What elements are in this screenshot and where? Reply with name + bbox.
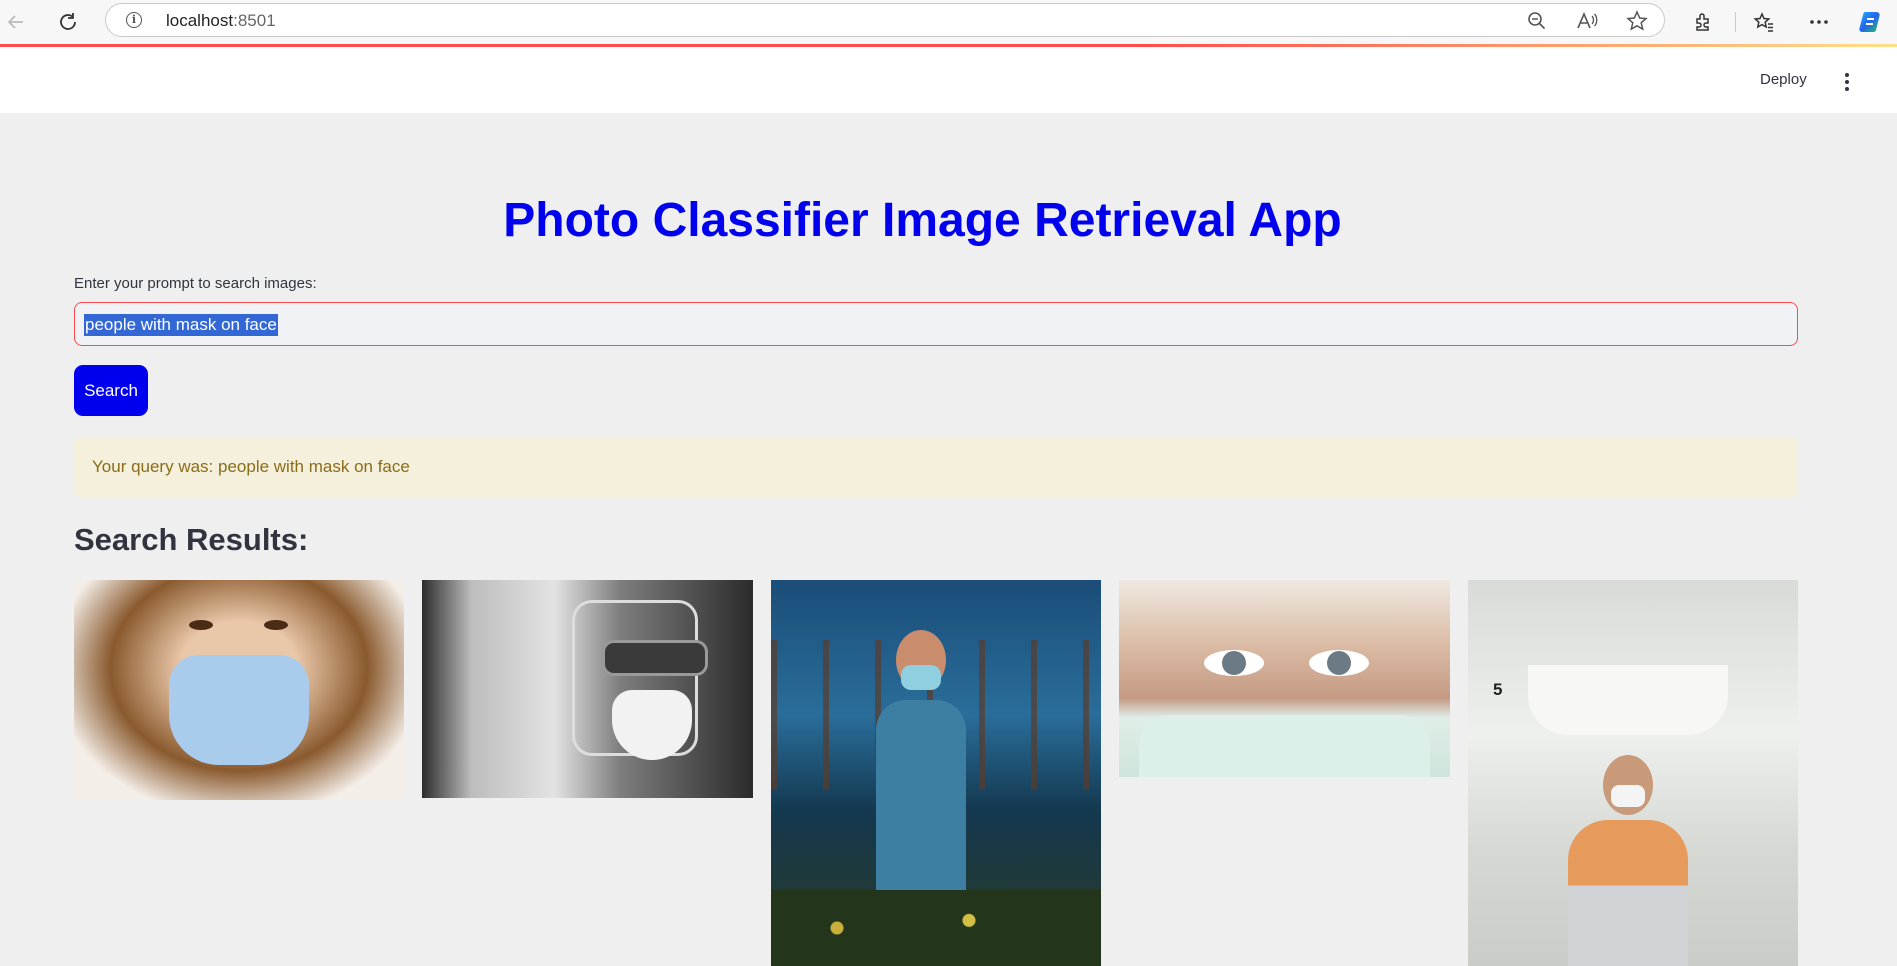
query-alert: Your query was: people with mask on face	[74, 437, 1798, 497]
deploy-button[interactable]: Deploy	[1760, 71, 1807, 88]
toolbar-divider	[1735, 12, 1736, 32]
search-button[interactable]: Search	[74, 365, 148, 416]
eye-shape	[264, 620, 288, 630]
favorites-icon[interactable]	[1748, 6, 1780, 38]
curtain-shape	[1528, 665, 1728, 735]
page-title: Photo Classifier Image Retrieval App	[503, 194, 1342, 247]
info-icon[interactable]: i	[126, 12, 142, 28]
address-port: :8501	[233, 11, 276, 30]
result-image-5: 5	[1468, 580, 1798, 966]
favorite-star-icon[interactable]	[1624, 8, 1650, 34]
kebab-menu-icon[interactable]	[1840, 73, 1854, 91]
app-header: Deploy	[0, 47, 1897, 113]
refresh-icon[interactable]	[52, 6, 84, 38]
results-heading: Search Results:	[74, 522, 309, 557]
copilot-icon[interactable]	[1855, 6, 1887, 38]
face-mask-shape	[901, 665, 941, 690]
goggles-shape	[602, 640, 708, 676]
extensions-icon[interactable]	[1687, 6, 1719, 38]
browser-toolbar: i localhost:8501	[0, 0, 1897, 45]
read-aloud-icon[interactable]	[1574, 8, 1600, 34]
eye-shape	[189, 620, 213, 630]
face-mask-shape	[1611, 785, 1645, 807]
eye-shape	[1309, 650, 1369, 676]
gown-shape	[1568, 820, 1688, 966]
back-icon[interactable]	[0, 6, 32, 38]
result-image-4	[1119, 580, 1450, 777]
face-mask-shape	[1139, 715, 1430, 777]
zoom-out-icon[interactable]	[1524, 8, 1550, 34]
query-alert-text: Your query was: people with mask on face	[92, 457, 410, 476]
search-input-label: Enter your prompt to search images:	[74, 275, 317, 292]
address-text[interactable]: localhost:8501	[166, 11, 276, 31]
flowers-shape	[771, 890, 1101, 966]
result-image-2	[422, 580, 753, 798]
eye-shape	[1204, 650, 1264, 676]
address-bar[interactable]: i localhost:8501	[105, 3, 1665, 37]
result-image-1	[74, 580, 404, 800]
more-icon[interactable]	[1803, 6, 1835, 38]
search-input[interactable]: people with mask on face	[74, 302, 1798, 346]
booth-number: 5	[1493, 680, 1503, 699]
search-input-value[interactable]: people with mask on face	[84, 314, 278, 336]
face-mask-shape	[169, 655, 309, 765]
result-image-3	[771, 580, 1101, 966]
address-host: localhost	[166, 11, 234, 30]
